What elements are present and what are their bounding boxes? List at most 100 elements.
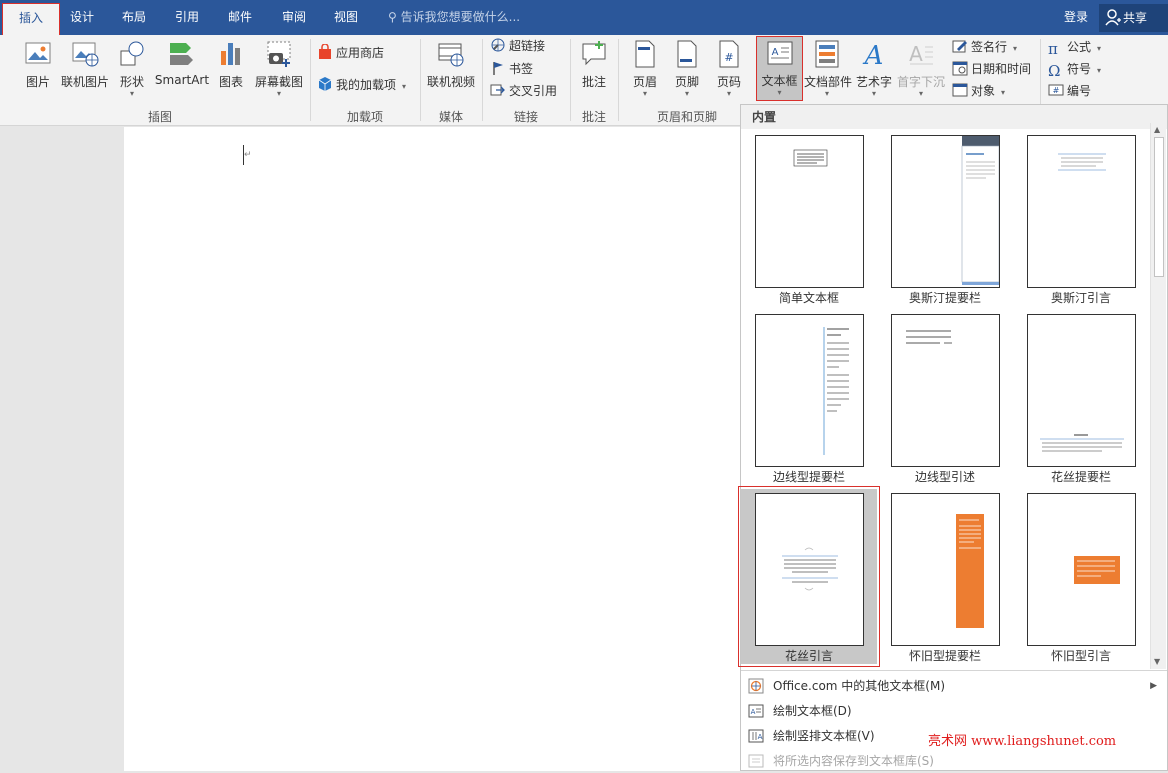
screenshot-label: 屏幕截图 <box>254 75 303 89</box>
svg-text:A: A <box>758 733 763 741</box>
header-button[interactable]: 页眉 ▾ <box>628 37 662 103</box>
app-store-label: 应用商店 <box>336 46 385 60</box>
my-addins-button[interactable]: 我的加载项 ▾ <box>317 75 406 95</box>
gallery-tile-filigree-quote[interactable]: 花丝引言 <box>738 486 880 667</box>
page-number-icon: # <box>714 39 744 69</box>
number-label: 编号 <box>1067 84 1092 98</box>
tab-mailings[interactable]: 邮件 <box>218 0 262 35</box>
gallery-tile-filigree-sidebar[interactable]: 花丝提要栏 <box>1013 310 1149 485</box>
scroll-down-icon[interactable]: ▼ <box>1154 657 1160 666</box>
equation-button[interactable]: π 公式 ▾ <box>1048 37 1101 58</box>
hyperlink-button[interactable]: 超链接 <box>490 36 545 56</box>
page-number-button[interactable]: # 页码 ▾ <box>712 37 746 103</box>
cross-reference-button[interactable]: 交叉引用 <box>490 81 557 101</box>
online-video-button[interactable]: 联机视频 <box>424 37 478 103</box>
object-label: 对象 <box>971 84 996 98</box>
draw-textbox[interactable]: A 绘制文本框(D) <box>741 699 1167 723</box>
shapes-label: 形状 <box>119 75 144 89</box>
tile-label: 怀旧型引言 <box>1050 649 1111 663</box>
numbering-icon: # <box>1048 82 1064 98</box>
signature-line-button[interactable]: 签名行 ▾ <box>952 37 1017 57</box>
tab-insert[interactable]: 插入 <box>2 3 60 36</box>
dropcap-button[interactable]: A 首字下沉 ▾ <box>896 37 946 103</box>
svg-text:A: A <box>909 42 923 66</box>
shapes-button[interactable]: 形状 ▾ <box>115 37 149 103</box>
scrollbar-thumb[interactable] <box>1154 137 1164 277</box>
page-footer-icon <box>672 39 702 69</box>
gallery-tile-retro-quote[interactable]: 怀旧型引言 <box>1013 489 1149 664</box>
smartart-button[interactable]: SmartArt <box>154 37 210 103</box>
object-button[interactable]: 对象 ▾ <box>952 81 1005 101</box>
tile-thumbnail <box>755 314 864 467</box>
wordart-icon: A <box>859 39 889 69</box>
svg-text:A: A <box>751 708 756 716</box>
quick-parts-icon <box>812 39 842 69</box>
textbox-button[interactable]: A 文本框 ▾ <box>756 36 803 101</box>
hyperlink-label: 超链接 <box>509 39 546 53</box>
online-video-label: 联机视频 <box>426 75 475 89</box>
gallery-tile-austin-sidebar[interactable]: 奥斯汀提要栏 <box>877 131 1013 306</box>
vertical-textbox-icon: A <box>748 728 764 744</box>
menu-item-label: 绘制竖排文本框(V) <box>773 729 875 743</box>
tab-review[interactable]: 审阅 <box>272 0 316 35</box>
save-selection-to-gallery[interactable]: 将所选内容保存到文本框库(S) <box>741 749 1167 773</box>
number-button[interactable]: # 编号 <box>1048 81 1091 101</box>
quick-parts-button[interactable]: 文档部件 ▾ <box>804 37 852 103</box>
share-label: 共享 <box>1123 11 1148 25</box>
camera-icon <box>264 39 294 69</box>
picture-label: 图片 <box>25 75 50 89</box>
page-number-label: 页码 <box>716 75 741 89</box>
app-store-button[interactable]: 应用商店 <box>317 43 384 63</box>
share-button[interactable]: 共享 <box>1099 4 1168 32</box>
footer-label: 页脚 <box>674 75 699 89</box>
tile-label: 花丝引言 <box>784 649 833 663</box>
picture-button[interactable]: 图片 <box>18 37 58 103</box>
smartart-label: SmartArt <box>154 73 210 87</box>
wordart-button[interactable]: A 艺术字 ▾ <box>854 37 894 103</box>
svg-text:#: # <box>1053 86 1060 95</box>
gallery-tile-simple-textbox[interactable]: 简单文本框 <box>741 131 877 306</box>
gallery-tile-austin-quote[interactable]: 奥斯汀引言 <box>1013 131 1149 306</box>
gallery-tile-banded-quote[interactable]: 边线型引述 <box>877 310 1013 485</box>
gallery-tile-banded-sidebar[interactable]: 边线型提要栏 <box>741 310 877 485</box>
chevron-down-icon: ▾ <box>402 82 407 91</box>
gallery-footer-menu: Office.com 中的其他文本框(M) ▶ A 绘制文本框(D) A 绘制竖… <box>741 670 1167 770</box>
group-label-header-footer: 页眉和页脚 <box>656 110 717 124</box>
login-button[interactable]: 登录 <box>1064 0 1088 35</box>
tile-label: 边线型引述 <box>914 470 975 484</box>
chevron-down-icon: ▾ <box>777 88 782 97</box>
gallery-section-header: 内置 <box>741 105 1167 129</box>
tab-layout[interactable]: 布局 <box>112 0 156 35</box>
chevron-down-icon: ▾ <box>684 89 689 98</box>
tab-design[interactable]: 设计 <box>60 0 104 35</box>
textbox-icon: A <box>765 38 795 68</box>
tile-thumbnail <box>1027 493 1136 646</box>
object-window-icon <box>952 82 968 98</box>
new-comment-button[interactable]: 批注 <box>574 37 614 103</box>
symbol-button[interactable]: Ω 符号 ▾ <box>1048 59 1101 80</box>
tab-references[interactable]: 引用 <box>165 0 209 35</box>
chevron-down-icon: ▾ <box>918 89 923 98</box>
screenshot-button[interactable]: 屏幕截图 ▾ <box>252 37 306 103</box>
dropcap-label: 首字下沉 <box>896 75 945 89</box>
tab-view[interactable]: 视图 <box>324 0 368 35</box>
gallery-tile-retro-sidebar[interactable]: 怀旧型提要栏 <box>877 489 1013 664</box>
document-page[interactable] <box>124 127 740 771</box>
footer-button[interactable]: 页脚 ▾ <box>670 37 704 103</box>
online-picture-label: 联机图片 <box>60 75 109 89</box>
online-picture-button[interactable]: 联机图片 <box>60 37 110 103</box>
chart-button[interactable]: 图表 <box>214 37 248 103</box>
scroll-up-icon[interactable]: ▲ <box>1154 125 1160 134</box>
more-textboxes-office-com[interactable]: Office.com 中的其他文本框(M) ▶ <box>741 674 1167 698</box>
chevron-down-icon: ▾ <box>824 89 829 98</box>
cross-reference-label: 交叉引用 <box>509 84 558 98</box>
gallery-scrollbar[interactable]: ▲ ▼ <box>1150 123 1166 669</box>
omega-icon: Ω <box>1048 62 1061 80</box>
tell-me-search[interactable]: ⚲ 告诉我您想要做什么... <box>388 0 520 35</box>
bookmark-button[interactable]: 书签 <box>490 59 533 79</box>
header-label: 页眉 <box>632 75 657 89</box>
signature-pen-icon <box>952 38 968 54</box>
office-globe-icon <box>748 678 764 694</box>
tile-thumbnail <box>1027 314 1136 467</box>
date-time-button[interactable]: 日期和时间 <box>952 59 1031 79</box>
